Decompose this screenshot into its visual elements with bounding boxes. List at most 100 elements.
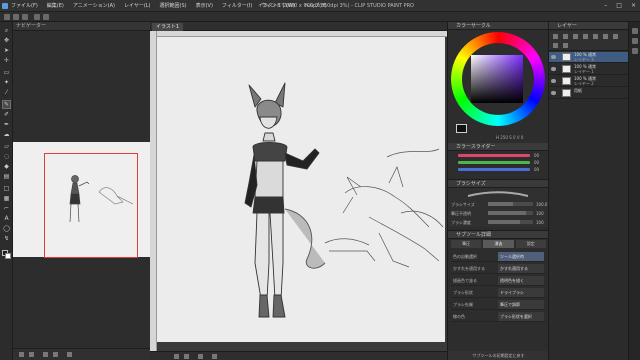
search-layer-icon[interactable] xyxy=(632,38,638,44)
layer-panel-header[interactable]: レイヤー xyxy=(549,22,628,30)
reference-icon[interactable] xyxy=(593,34,598,39)
rotate-icon[interactable] xyxy=(212,354,217,359)
pencil-tool-icon[interactable]: ✐ xyxy=(3,111,10,118)
density-bar[interactable] xyxy=(488,220,533,224)
mask-icon[interactable] xyxy=(563,43,568,48)
property-value[interactable]: ツール選択時 xyxy=(498,252,544,261)
delete-layer-icon[interactable] xyxy=(613,34,618,39)
opacity-bar[interactable] xyxy=(488,211,533,215)
brush-tool-icon[interactable]: ✒ xyxy=(3,121,10,128)
operation-tool-icon[interactable]: ➤ xyxy=(3,47,10,54)
redo-icon[interactable] xyxy=(43,14,49,20)
property-row[interactable]: かすれを適用する かすれ適用する xyxy=(451,263,546,274)
layer-row[interactable]: 100 % 通常 レイヤー 2 xyxy=(549,76,629,87)
property-row[interactable]: 線の色 ブラシ形状を選択 xyxy=(451,311,546,322)
property-row[interactable]: ブラシ先端 筆圧で調節 xyxy=(451,299,546,310)
brush-size-bar[interactable] xyxy=(488,202,533,206)
tool-property-header[interactable]: サブツール詳細 xyxy=(448,231,549,239)
property-row[interactable]: 色の自動選択 ツール選択時 xyxy=(451,251,546,262)
property-value[interactable]: 筆圧で調節 xyxy=(498,300,544,309)
blend-tool-icon[interactable]: ◌ xyxy=(3,153,10,160)
sub-color-chip[interactable] xyxy=(5,253,11,259)
blue-slider[interactable] xyxy=(458,168,530,171)
selection-tool-icon[interactable]: ▭ xyxy=(3,69,10,76)
property-value[interactable]: 透明色を描く xyxy=(498,276,544,285)
green-slider[interactable] xyxy=(458,161,530,164)
minimize-button[interactable]: – xyxy=(604,2,607,9)
menu-selection[interactable]: 選択範囲(S) xyxy=(160,2,187,9)
density-value: 100 xyxy=(536,220,544,225)
correct-line-tool-icon[interactable]: ↯ xyxy=(3,235,10,242)
ruler-tool-icon[interactable]: ⌐ xyxy=(3,205,10,212)
menu-layer[interactable]: レイヤー(L) xyxy=(124,2,151,9)
zoom-in-icon[interactable] xyxy=(184,354,189,359)
close-button[interactable]: × xyxy=(631,2,636,9)
zoom-out-icon[interactable] xyxy=(174,354,179,359)
fill-tool-icon[interactable]: ◆ xyxy=(3,163,10,170)
drawing-canvas[interactable] xyxy=(157,37,445,342)
layer-row[interactable]: 100 % 通常 レイヤー 1 xyxy=(549,64,629,75)
eyedropper-tool-icon[interactable]: ⁄ xyxy=(3,89,10,96)
navigator-view-frame[interactable] xyxy=(44,153,138,258)
layer-row[interactable]: 用紙 xyxy=(549,88,629,99)
pen-tool-icon[interactable]: ✎ xyxy=(2,100,11,109)
red-slider[interactable] xyxy=(458,154,530,157)
folder-icon[interactable] xyxy=(553,43,558,48)
menu-edit[interactable]: 編集(E) xyxy=(47,2,64,9)
tab-erase[interactable]: 消去 xyxy=(483,240,514,248)
flip-icon[interactable] xyxy=(67,352,72,357)
opacity-icon[interactable] xyxy=(563,34,568,39)
auto-select-tool-icon[interactable]: ✦ xyxy=(3,79,10,86)
navigator-tab[interactable]: ナビゲーター xyxy=(13,22,150,31)
blend-mode-icon[interactable] xyxy=(553,34,558,39)
property-value[interactable]: ブラシ形状を選択 xyxy=(498,312,544,321)
undo-icon[interactable] xyxy=(34,14,40,20)
reset-subtool-button[interactable]: サブツールの初期設定に戻す xyxy=(448,351,549,360)
layer-property-icon[interactable] xyxy=(632,28,638,34)
eye-icon[interactable] xyxy=(551,67,556,71)
saturation-value-square[interactable] xyxy=(471,55,523,103)
document-tab[interactable]: イラスト1 xyxy=(152,23,184,31)
lock-icon[interactable] xyxy=(573,34,578,39)
menu-file[interactable]: ファイル(F) xyxy=(11,2,38,9)
save-icon[interactable] xyxy=(22,14,28,20)
zoom-tool-icon[interactable]: ⌕ xyxy=(3,27,10,34)
color-wheel-header[interactable]: カラーサークル xyxy=(448,22,548,30)
rotate-right-icon[interactable] xyxy=(53,352,58,357)
rotate-left-icon[interactable] xyxy=(43,352,48,357)
brush-size-header[interactable]: ブラシサイズ xyxy=(448,180,549,188)
gradient-tool-icon[interactable]: ▤ xyxy=(3,173,10,180)
clip-icon[interactable] xyxy=(583,34,588,39)
eye-icon[interactable] xyxy=(551,91,556,95)
zoom-in-icon[interactable] xyxy=(29,352,34,357)
balloon-tool-icon[interactable]: ◯ xyxy=(3,225,10,232)
move-tool-icon[interactable]: ✥ xyxy=(3,37,10,44)
frame-tool-icon[interactable]: ▦ xyxy=(3,195,10,202)
new-file-icon[interactable] xyxy=(4,14,10,20)
new-layer-icon[interactable] xyxy=(603,34,608,39)
zoom-out-icon[interactable] xyxy=(19,352,24,357)
property-value[interactable]: かすれ適用する xyxy=(498,264,544,273)
menu-view[interactable]: 表示(V) xyxy=(196,2,213,9)
property-value[interactable]: ドライブラシ xyxy=(498,288,544,297)
tab-settings[interactable]: 設定 xyxy=(515,240,546,248)
eraser-tool-icon[interactable]: ▱ xyxy=(3,143,10,150)
menu-animation[interactable]: アニメーション(A) xyxy=(73,2,115,9)
layer-row[interactable]: 100 % 通常 レイヤー 3 xyxy=(549,52,629,63)
current-color-preview[interactable] xyxy=(456,124,467,133)
property-row[interactable]: ブラシ形状 ドライブラシ xyxy=(451,287,546,298)
fit-icon[interactable] xyxy=(198,354,203,359)
maximize-button[interactable]: □ xyxy=(616,2,622,9)
eye-icon[interactable] xyxy=(551,55,556,59)
material-icon[interactable] xyxy=(632,48,638,54)
figure-tool-icon[interactable]: □ xyxy=(3,185,10,192)
property-row[interactable]: 描画色で塗る 透明色を描く xyxy=(451,275,546,286)
tab-pressure[interactable]: 筆圧 xyxy=(451,240,482,248)
text-tool-icon[interactable]: A xyxy=(3,215,10,222)
open-file-icon[interactable] xyxy=(13,14,19,20)
airbrush-tool-icon[interactable]: ☁ xyxy=(3,131,10,138)
move-layer-tool-icon[interactable]: ✛ xyxy=(3,57,10,64)
eye-icon[interactable] xyxy=(551,79,556,83)
menu-filter[interactable]: フィルター(I) xyxy=(222,2,252,9)
color-slider-header[interactable]: カラースライダー xyxy=(448,143,549,151)
